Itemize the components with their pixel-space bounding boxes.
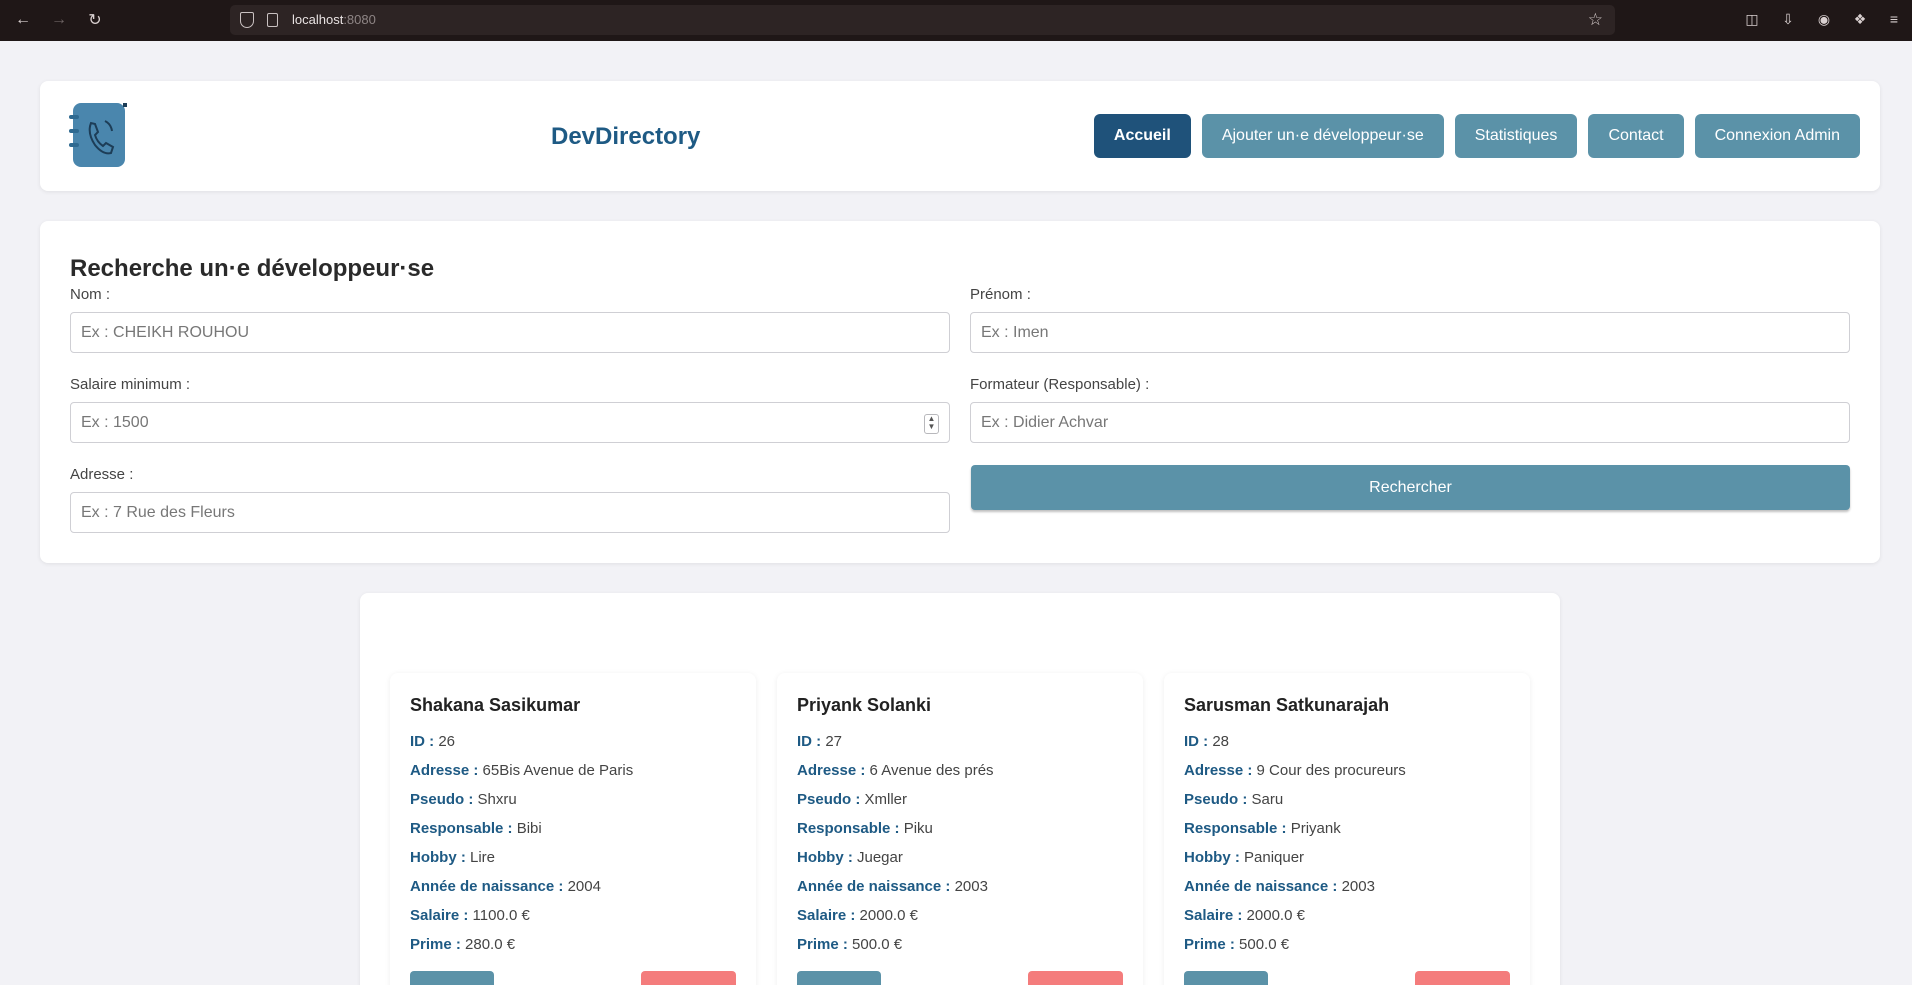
developer-salaire: Salaire : 2000.0 € [797, 907, 918, 924]
number-stepper[interactable]: ▲ ▼ [924, 414, 939, 434]
delete-button[interactable] [641, 971, 736, 985]
developer-adresse: Adresse : 9 Cour des procureurs [1184, 762, 1406, 779]
developer-naissance: Année de naissance : 2003 [797, 878, 988, 895]
developer-card: Priyank Solanki ID : 27 Adresse : 6 Aven… [777, 673, 1143, 985]
developer-naissance: Année de naissance : 2004 [410, 878, 601, 895]
address-bar[interactable]: localhost:8080 ☆ [230, 5, 1615, 35]
adresse-input[interactable]: Ex : 7 Rue des Fleurs [70, 492, 950, 533]
salaire-input[interactable]: Ex : 1500 ▲ ▼ [70, 402, 950, 443]
delete-button[interactable] [1415, 971, 1510, 985]
formateur-label: Formateur (Responsable) : [970, 376, 1150, 393]
shield-icon[interactable] [240, 12, 254, 28]
developer-prime: Prime : 280.0 € [410, 936, 516, 953]
search-button[interactable]: Rechercher [971, 465, 1850, 510]
site-header: DevDirectory Accueil Ajouter un·e dévelo… [40, 81, 1880, 191]
developer-adresse: Adresse : 6 Avenue des prés [797, 762, 994, 779]
brand-title: DevDirectory [551, 123, 701, 150]
back-icon[interactable]: ← [12, 9, 34, 31]
developer-prime: Prime : 500.0 € [1184, 936, 1290, 953]
main-nav: Accueil Ajouter un·e développeur·se Stat… [1093, 114, 1860, 158]
url-port: :8080 [343, 12, 376, 27]
delete-button[interactable] [1028, 971, 1123, 985]
adresse-label: Adresse : [70, 466, 134, 483]
developer-pseudo: Pseudo : Shxru [410, 791, 517, 808]
menu-icon[interactable]: ≡ [1884, 9, 1904, 29]
search-panel: Recherche un·e développeur·se Nom : Ex :… [40, 221, 1880, 563]
developer-naissance: Année de naissance : 2003 [1184, 878, 1375, 895]
nav-statistiques[interactable]: Statistiques [1454, 114, 1578, 158]
prenom-input[interactable]: Ex : Imen [970, 312, 1850, 353]
forward-icon[interactable]: → [48, 9, 70, 31]
nom-placeholder: Ex : CHEIKH ROUHOU [81, 323, 250, 341]
download-icon[interactable]: ⇩ [1778, 9, 1798, 29]
developer-name: Priyank Solanki [797, 695, 932, 715]
developer-name: Shakana Sasikumar [410, 695, 581, 715]
edit-button[interactable] [797, 971, 881, 985]
url-text[interactable]: localhost:8080 [292, 12, 376, 27]
developer-name: Sarusman Satkunarajah [1184, 695, 1390, 715]
nom-input[interactable]: Ex : CHEIKH ROUHOU [70, 312, 950, 353]
developer-card: Sarusman Satkunarajah ID : 28 Adresse : … [1164, 673, 1530, 985]
results-panel: Shakana Sasikumar ID : 26 Adresse : 65Bi… [360, 593, 1560, 985]
salaire-placeholder: Ex : 1500 [81, 413, 149, 431]
salaire-label: Salaire minimum : [70, 376, 191, 393]
developer-salaire: Salaire : 2000.0 € [1184, 907, 1305, 924]
developer-id: ID : 27 [797, 733, 843, 750]
bookmark-star-icon[interactable]: ☆ [1588, 10, 1603, 30]
url-host: localhost [292, 12, 344, 27]
developer-pseudo: Pseudo : Saru [1184, 791, 1284, 808]
developer-adresse: Adresse : 65Bis Avenue de Paris [410, 762, 634, 779]
prenom-label: Prénom : [970, 286, 1031, 303]
edit-button[interactable] [1184, 971, 1268, 985]
nav-accueil[interactable]: Accueil [1093, 114, 1191, 158]
extensions-icon[interactable]: ❖ [1850, 9, 1870, 29]
formateur-placeholder: Ex : Didier Achvar [981, 413, 1109, 431]
reload-icon[interactable]: ↻ [84, 9, 106, 31]
logo-icon[interactable] [65, 101, 130, 171]
developer-id: ID : 26 [410, 733, 456, 750]
account-icon[interactable]: ◉ [1814, 9, 1834, 29]
developer-prime: Prime : 500.0 € [797, 936, 903, 953]
developer-responsable: Responsable : Priyank [1184, 820, 1341, 837]
developer-hobby: Hobby : Lire [410, 849, 496, 866]
developer-responsable: Responsable : Bibi [410, 820, 542, 837]
nav-contact[interactable]: Contact [1588, 114, 1684, 158]
nav-connexion-admin[interactable]: Connexion Admin [1694, 114, 1860, 158]
formateur-input[interactable]: Ex : Didier Achvar [970, 402, 1850, 443]
adresse-placeholder: Ex : 7 Rue des Fleurs [81, 503, 235, 521]
prenom-placeholder: Ex : Imen [981, 323, 1049, 341]
search-title: Recherche un·e développeur·se [70, 255, 435, 282]
page-icon [267, 13, 278, 27]
developer-responsable: Responsable : Piku [797, 820, 933, 837]
pocket-icon[interactable]: ◫ [1742, 9, 1762, 29]
nom-label: Nom : [70, 286, 111, 303]
browser-toolbar: ← → ↻ localhost:8080 ☆ ◫ ⇩ ◉ ❖ ≡ [0, 0, 1912, 41]
developer-id: ID : 28 [1184, 733, 1230, 750]
developer-salaire: Salaire : 1100.0 € [410, 907, 530, 924]
developer-card: Shakana Sasikumar ID : 26 Adresse : 65Bi… [390, 673, 756, 985]
developer-hobby: Hobby : Juegar [797, 849, 903, 866]
edit-button[interactable] [410, 971, 494, 985]
nav-ajouter[interactable]: Ajouter un·e développeur·se [1201, 114, 1444, 158]
developer-pseudo: Pseudo : Xmller [797, 791, 908, 808]
developer-hobby: Hobby : Paniquer [1184, 849, 1305, 866]
